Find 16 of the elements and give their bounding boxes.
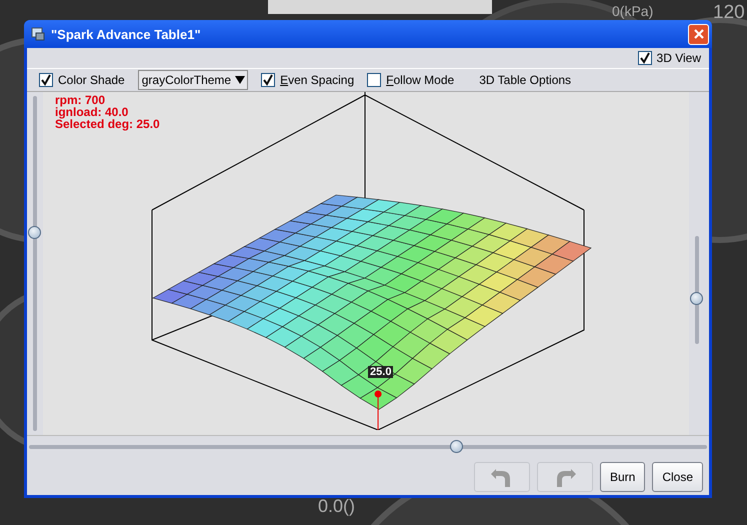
theme-dropdown[interactable]: grayColorTheme — [138, 70, 248, 90]
info-text: rpm: 700 — [55, 94, 106, 106]
checkbox-label: Even Spacing — [280, 73, 354, 87]
info-text: Selected deg: 25.0 — [55, 118, 160, 130]
checkbox-label: 3D View — [656, 51, 701, 65]
point-value-label: 25.0 — [368, 366, 394, 378]
dialog-button[interactable]: Close — [652, 462, 703, 492]
section-label: 3D Table Options — [479, 73, 572, 87]
gauge-label: 0.0() — [318, 496, 356, 517]
gauge-label: 120 — [713, 2, 745, 24]
checkbox-label: Follow Mode — [386, 73, 454, 87]
info-text: ignload: 40.0 — [55, 106, 130, 118]
window-title: "Spark Advance Table1" — [51, 26, 201, 42]
dialog-button[interactable]: Burn — [600, 462, 646, 492]
checkbox-label: Color Shade — [58, 73, 125, 87]
gauge-label: 0(kPa) — [612, 3, 654, 19]
